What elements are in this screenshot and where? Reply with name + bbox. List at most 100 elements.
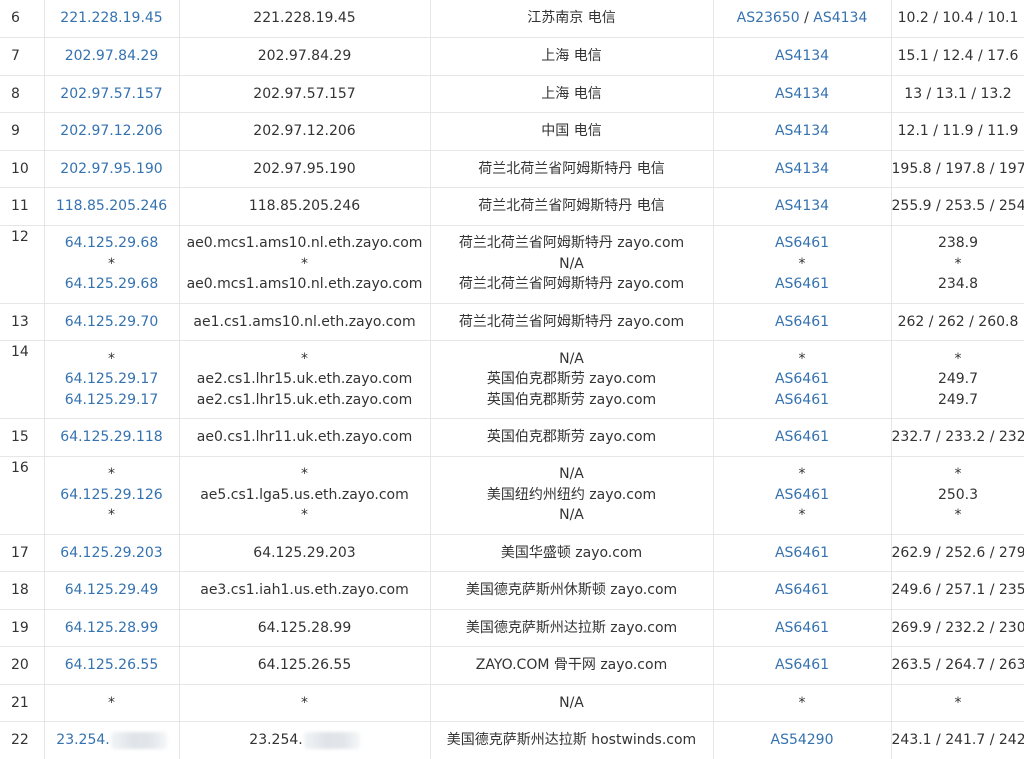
asn-link[interactable]: AS6461 (775, 429, 829, 445)
ip-link[interactable]: 64.125.29.70 (65, 314, 159, 330)
hostname-cell: 202.97.57.157 (179, 75, 431, 113)
ip-link[interactable]: 64.125.29.17 (65, 371, 159, 387)
ip-link[interactable]: 221.228.19.45 (60, 10, 162, 26)
hop-number: 13 (11, 313, 29, 330)
ip-link[interactable]: 64.125.29.68 (65, 235, 159, 251)
asn-link[interactable]: AS6461 (775, 620, 829, 636)
hostname-line: 64.125.29.203 (180, 543, 430, 564)
ip-link[interactable]: 64.125.26.55 (65, 657, 159, 673)
location-text: ZAYO.COM 骨干网 zayo.com (475, 657, 668, 673)
ip-link[interactable]: 64.125.29.118 (60, 429, 162, 445)
hop-number: 17 (11, 544, 29, 561)
asn-link[interactable]: AS6461 (775, 276, 829, 292)
latency-cell: * 249.7 249.7 (891, 340, 1024, 419)
hostname-cell: 202.97.95.190 (179, 150, 431, 188)
ip-link[interactable]: 202.97.57.157 (60, 86, 162, 102)
latency-text: 249.7 (937, 371, 979, 388)
asn-link[interactable]: AS6461 (775, 657, 829, 673)
asn-link[interactable]: AS6461 (775, 371, 829, 387)
hop-number: 20 (11, 657, 29, 673)
asn-link[interactable]: AS6461 (775, 314, 829, 330)
asn-link[interactable]: AS4134 (775, 161, 829, 177)
hostname-text: ae0.mcs1.ams10.nl.eth.zayo.com (186, 276, 423, 293)
hop-row: 12 64.125.29.68 * 64.125.29.68 ae0.mcs1.ams1… (0, 225, 1024, 304)
asn-link[interactable]: AS6461 (775, 235, 829, 251)
ip-cell: 64.125.29.70 (44, 303, 180, 341)
ip-link[interactable]: 64.125.29.203 (60, 545, 162, 561)
latency-text: 250.3 (937, 486, 979, 503)
asn-line: AS4134 (714, 84, 891, 105)
ip-line: 64.125.29.68 (45, 233, 179, 254)
ip-line: 64.125.29.49 (45, 580, 179, 601)
ip-link[interactable]: 23.254. (56, 732, 109, 748)
ip-line: 202.97.84.29 (45, 46, 179, 67)
ip-line: 64.125.29.70 (45, 312, 179, 333)
latency-cell: 243.1 / 241.7 / 242.4 (891, 721, 1024, 759)
ip-link[interactable]: 64.125.29.17 (65, 392, 159, 408)
latency-text: * (954, 507, 962, 524)
latency-text: 234.8 (937, 276, 979, 293)
location-text: 荷兰北荷兰省阿姆斯特丹 电信 (478, 198, 665, 214)
latency-cell: 249.6 / 257.1 / 235.2 (891, 571, 1024, 610)
ip-cell: * 64.125.29.126 * (44, 456, 180, 535)
location-text: 荷兰北荷兰省阿姆斯特丹 zayo.com (458, 313, 685, 330)
asn-link[interactable]: AS4134 (775, 198, 829, 214)
ip-link[interactable]: 202.97.12.206 (60, 123, 162, 139)
ip-link[interactable]: 202.97.84.29 (65, 48, 159, 64)
hop-row: 20 64.125.26.55 64.125.26.55 ZAYO.COM 骨干网 z… (0, 646, 1024, 685)
hop-row: 21 * * N/A * * (0, 684, 1024, 722)
asn-cell: AS4134 (713, 37, 892, 76)
asn-link[interactable]: AS4134 (775, 48, 829, 64)
hostname-line: * (180, 693, 430, 714)
asn-link[interactable]: AS4134 (775, 86, 829, 102)
traceroute-table: 6 221.228.19.45 221.228.19.45 江苏南京 电信 AS2365… (0, 0, 1024, 759)
hop-number: 12 (11, 228, 29, 245)
ip-link[interactable]: 202.97.95.190 (60, 161, 162, 177)
hostname-text: * (301, 350, 308, 367)
hop-row: 9 202.97.12.206 202.97.12.206 中国 电信 AS4134 12… (0, 112, 1024, 151)
asn-line: AS6461 (714, 274, 891, 295)
hop-number: 9 (11, 123, 20, 139)
latency-text: 249.7 (937, 391, 979, 408)
asn-link[interactable]: AS6461 (775, 582, 829, 598)
ip-cell: 64.125.28.99 (44, 609, 180, 647)
hop-number: 10 (11, 160, 29, 177)
asn-line: AS4134 (714, 46, 891, 67)
location-text: 江苏南京 电信 (527, 10, 616, 27)
asn-cell: AS6461 (713, 303, 892, 341)
asn-link[interactable]: AS23650 (737, 10, 800, 26)
hostname-cell: ae0.cs1.lhr11.uk.eth.zayo.com (179, 418, 431, 457)
ip-link[interactable]: 118.85.205.246 (56, 198, 167, 214)
asn-link[interactable]: AS4134 (813, 10, 867, 26)
hop-number-cell: 21 (0, 684, 45, 722)
hostname-text: ae3.cs1.iah1.us.eth.zayo.com (200, 582, 409, 598)
asn-link[interactable]: AS54290 (771, 732, 834, 748)
hostname-line: 64.125.28.99 (180, 618, 430, 639)
ip-cell: 64.125.29.49 (44, 571, 180, 610)
ip-link[interactable]: 64.125.29.126 (60, 487, 162, 503)
ip-link[interactable]: 64.125.29.49 (65, 582, 159, 598)
location-text: 英国伯克郡斯劳 zayo.com (486, 391, 657, 408)
latency-text: 262 / 262 / 260.8 (897, 313, 1019, 330)
location-text: 荷兰北荷兰省阿姆斯特丹 zayo.com (458, 235, 685, 252)
location-cell: 美国华盛顿 zayo.com (430, 534, 714, 572)
hop-number: 11 (11, 198, 29, 214)
ip-link[interactable]: 64.125.29.68 (65, 276, 159, 292)
asn-cell: AS54290 (713, 721, 892, 759)
asn-cell: AS4134 (713, 112, 892, 151)
hostname-text: 64.125.29.203 (253, 544, 356, 561)
location-text: N/A (559, 694, 584, 711)
asn-line: AS6461 (714, 655, 891, 676)
hop-number: 16 (11, 459, 29, 476)
ip-link[interactable]: 64.125.28.99 (65, 620, 159, 636)
asn-link[interactable]: AS4134 (775, 123, 829, 139)
asn-link[interactable]: AS6461 (775, 392, 829, 408)
hostname-text: 202.97.95.190 (253, 160, 356, 177)
asn-link[interactable]: AS6461 (775, 487, 829, 503)
hop-row: 14 * 64.125.29.17 64.125.29.17 * ae2.cs1.lhr1… (0, 340, 1024, 419)
asn-cell: AS6461 * AS6461 (713, 225, 892, 304)
ip-cell: 64.125.29.118 (44, 418, 180, 457)
asn-link[interactable]: AS6461 (775, 545, 829, 561)
latency-cell: 195.8 / 197.8 / 197.3 (891, 150, 1024, 188)
asn-cell: AS6461 (713, 609, 892, 647)
